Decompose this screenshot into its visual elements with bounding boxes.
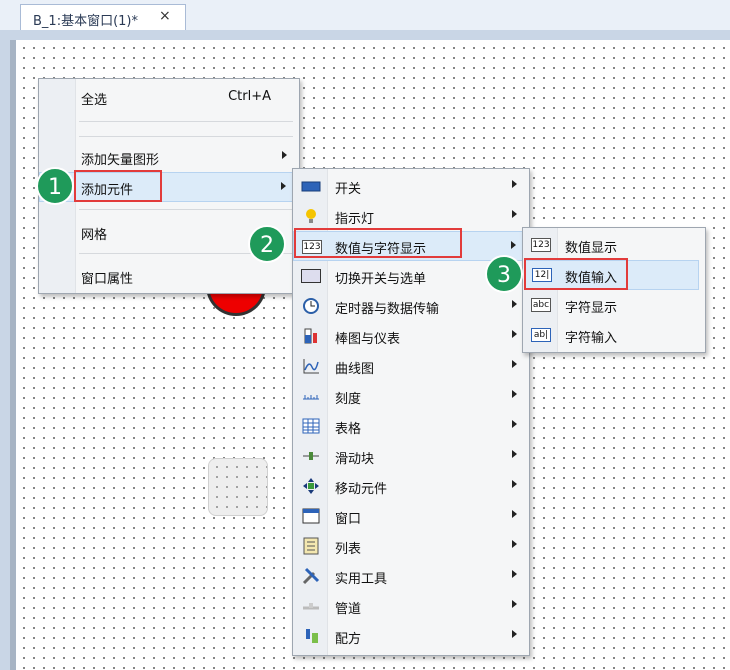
tab-basic-window[interactable]: B_1:基本窗口(1)* × — [20, 4, 186, 30]
menu-item-select-all[interactable]: 全选 Ctrl+A — [39, 82, 299, 112]
list-icon — [301, 537, 321, 555]
shortcut-label: Ctrl+A — [228, 89, 271, 104]
pipe-icon — [301, 597, 321, 615]
lightbulb-icon — [301, 207, 321, 225]
switch-icon — [301, 177, 321, 195]
highlight-box-number-input — [524, 258, 628, 290]
highlight-box-add-component — [74, 170, 162, 202]
step-badge-1: 1 — [36, 167, 74, 205]
submenu-arrow-icon — [512, 450, 517, 458]
submenu-item-tools[interactable]: 实用工具 — [293, 561, 529, 591]
submenu-item-move-component[interactable]: 移动元件 — [293, 471, 529, 501]
button-element[interactable] — [208, 458, 268, 516]
submenu-item-indicator[interactable]: 指示灯 — [293, 201, 529, 231]
highlight-box-numeric-display — [294, 228, 462, 258]
table-icon — [301, 417, 321, 435]
submenu-arrow-icon — [512, 480, 517, 488]
submenu-arrow-icon — [512, 600, 517, 608]
submenu-arrow-icon — [512, 570, 517, 578]
numeric-submenu: 123 数值显示 12| 数值输入 abc 字符显示 ab| 字符输入 — [522, 227, 706, 353]
submenu-item-list[interactable]: 列表 — [293, 531, 529, 561]
submenu-item-slider[interactable]: 滑动块 — [293, 441, 529, 471]
submenu-arrow-icon — [512, 360, 517, 368]
curve-chart-icon — [301, 357, 321, 375]
scale-icon — [301, 387, 321, 405]
close-icon[interactable]: × — [159, 8, 171, 24]
submenu-arrow-icon — [512, 210, 517, 218]
submenu-arrow-icon — [512, 510, 517, 518]
submenu-item-timer[interactable]: 定时器与数据传输 — [293, 291, 529, 321]
submenu-item-switch[interactable]: 开关 — [293, 171, 529, 201]
recipe-icon — [301, 627, 321, 645]
submenu-arrow-icon — [281, 182, 286, 190]
menu-item-add-vector[interactable]: 添加矢量图形 — [39, 142, 299, 172]
submenu-arrow-icon — [512, 180, 517, 188]
submenu-arrow-icon — [512, 390, 517, 398]
submenu-item-recipe[interactable]: 配方 — [293, 621, 529, 651]
tab-title: B_1:基本窗口(1)* — [33, 14, 138, 29]
bar-meter-icon — [301, 327, 321, 345]
menu-item-window-properties[interactable]: 窗口属性 — [39, 261, 299, 291]
submenu-arrow-icon — [512, 540, 517, 548]
clock-icon — [301, 297, 321, 315]
number-display-icon: 123 — [531, 238, 551, 252]
submenu-item-scale[interactable]: 刻度 — [293, 381, 529, 411]
submenu-item-table[interactable]: 表格 — [293, 411, 529, 441]
submenu-item-number-display[interactable]: 123 数值显示 — [523, 230, 705, 260]
submenu-arrow-icon — [512, 420, 517, 428]
submenu-item-text-input[interactable]: ab| 字符输入 — [523, 320, 705, 350]
submenu-arrow-icon — [512, 630, 517, 638]
tab-bar: B_1:基本窗口(1)* × — [0, 0, 730, 30]
text-input-icon: ab| — [531, 328, 551, 342]
submenu-arrow-icon — [511, 241, 516, 249]
step-badge-3: 3 — [485, 255, 523, 293]
submenu-item-window[interactable]: 窗口 — [293, 501, 529, 531]
submenu-arrow-icon — [512, 300, 517, 308]
submenu-arrow-icon — [512, 330, 517, 338]
tools-icon — [301, 567, 321, 585]
submenu-item-curve-chart[interactable]: 曲线图 — [293, 351, 529, 381]
text-display-icon: abc — [531, 298, 551, 312]
move-icon — [301, 477, 321, 495]
slider-icon — [301, 447, 321, 465]
step-badge-2: 2 — [248, 225, 286, 263]
toggle-switch-icon — [301, 269, 321, 283]
submenu-arrow-icon — [282, 151, 287, 159]
window-icon — [301, 507, 321, 525]
submenu-item-text-display[interactable]: abc 字符显示 — [523, 290, 705, 320]
submenu-item-pipe[interactable]: 管道 — [293, 591, 529, 621]
submenu-item-bar-meter[interactable]: 棒图与仪表 — [293, 321, 529, 351]
